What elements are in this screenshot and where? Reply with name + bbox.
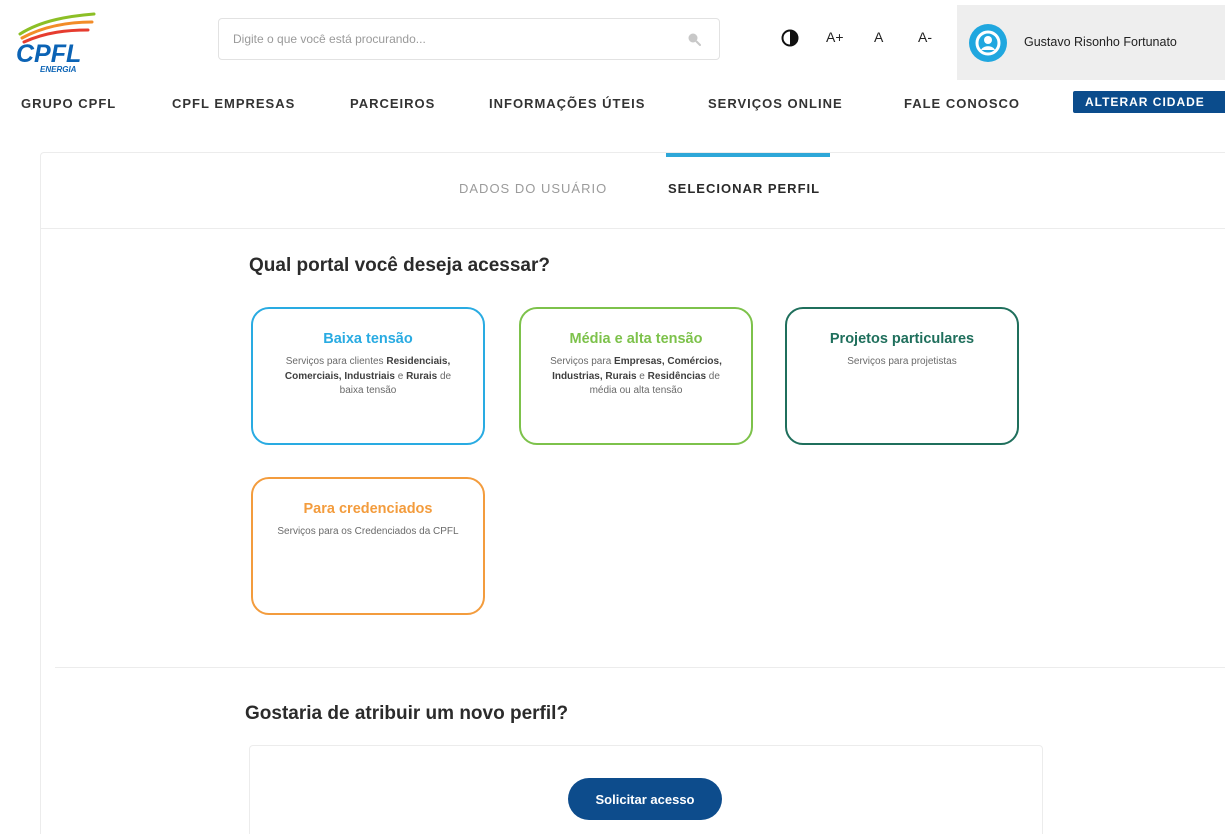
portal-card-description: Serviços para os Credenciados da CPFL xyxy=(275,525,461,540)
portal-card-title: Média e alta tensão xyxy=(569,331,703,347)
description-segment: Serviços para os Credenciados da CPFL xyxy=(277,526,459,537)
section-divider xyxy=(55,667,1225,668)
request-access-box: Solicitar acesso xyxy=(249,745,1043,834)
font-increase-button[interactable]: A+ xyxy=(826,29,844,45)
nav-item-cpfl-empresas[interactable]: CPFL EMPRESAS xyxy=(172,96,295,111)
main-card: DADOS DO USUÁRIO SELECIONAR PERFIL Qual … xyxy=(40,152,1225,834)
description-segment: e xyxy=(636,370,648,382)
portal-card-para-credenciados[interactable]: Para credenciados Serviços para os Crede… xyxy=(251,477,485,615)
user-name[interactable]: Gustavo Risonho Fortunato xyxy=(1024,35,1177,49)
nav-item-informacoes-uteis[interactable]: INFORMAÇÕES ÚTEIS xyxy=(489,96,645,111)
nav-item-fale-conosco[interactable]: FALE CONOSCO xyxy=(904,96,1020,111)
description-bold-segment: Rurais xyxy=(406,370,438,382)
description-segment: Serviços para clientes xyxy=(285,356,387,367)
alterar-cidade-button[interactable]: ALTERAR CIDADE xyxy=(1073,91,1225,113)
tab-selecionar-perfil[interactable]: SELECIONAR PERFIL xyxy=(668,181,820,196)
portal-card-projetos-particulares[interactable]: Projetos particulares Serviços para proj… xyxy=(785,307,1019,445)
description-segment: e xyxy=(394,370,407,382)
nav-item-servicos-online[interactable]: SERVIÇOS ONLINE xyxy=(708,96,843,111)
logo-text: CPFL xyxy=(16,40,81,68)
user-avatar-icon xyxy=(969,24,1007,62)
description-segment: Serviços para projetistas xyxy=(847,356,957,367)
tabs: DADOS DO USUÁRIO SELECIONAR PERFIL xyxy=(41,153,1225,229)
portal-card-description: Serviços para projetistas xyxy=(809,355,995,370)
logo-subtext: ENERGIA xyxy=(40,65,77,74)
font-default-button[interactable]: A xyxy=(874,29,883,45)
portal-section-title: Qual portal você deseja acessar? xyxy=(249,255,550,276)
tab-active-indicator xyxy=(666,153,830,157)
description-bold-segment: Residências xyxy=(647,370,707,382)
portal-card-title: Para credenciados xyxy=(303,501,433,517)
search-input[interactable] xyxy=(233,19,673,59)
contrast-icon[interactable] xyxy=(781,29,799,47)
portal-card-description: Serviços para clientes Residenciais, Com… xyxy=(275,355,461,399)
nav-item-grupo-cpfl[interactable]: GRUPO CPFL xyxy=(21,96,116,111)
portal-card-title: Baixa tensão xyxy=(323,331,413,347)
portal-card-media-alta-tensao[interactable]: Média e alta tensão Serviços para Empres… xyxy=(519,307,753,445)
portal-card-title: Projetos particulares xyxy=(829,331,975,347)
portal-card-description: Serviços para Empresas, Comércios, Indus… xyxy=(543,355,729,399)
header: CPFL ENERGIA A+ A A- Gustavo Risonho For… xyxy=(0,0,1225,82)
tab-dados-do-usuario[interactable]: DADOS DO USUÁRIO xyxy=(459,181,607,196)
description-segment: Serviços para xyxy=(550,356,615,367)
solicitar-acesso-button[interactable]: Solicitar acesso xyxy=(568,778,722,820)
search-icon[interactable] xyxy=(687,32,701,46)
portal-card-baixa-tensao[interactable]: Baixa tensão Serviços para clientes Resi… xyxy=(251,307,485,445)
font-decrease-button[interactable]: A- xyxy=(918,29,932,45)
nav-item-parceiros[interactable]: PARCEIROS xyxy=(350,96,435,111)
main-nav: GRUPO CPFL CPFL EMPRESAS PARCEIROS INFOR… xyxy=(0,88,1225,124)
cpfl-logo[interactable]: CPFL ENERGIA xyxy=(14,12,104,74)
new-profile-title: Gostaria de atribuir um novo perfil? xyxy=(245,703,569,724)
search-box[interactable] xyxy=(218,18,720,60)
user-menu[interactable]: Gustavo Risonho Fortunato xyxy=(957,5,1225,80)
